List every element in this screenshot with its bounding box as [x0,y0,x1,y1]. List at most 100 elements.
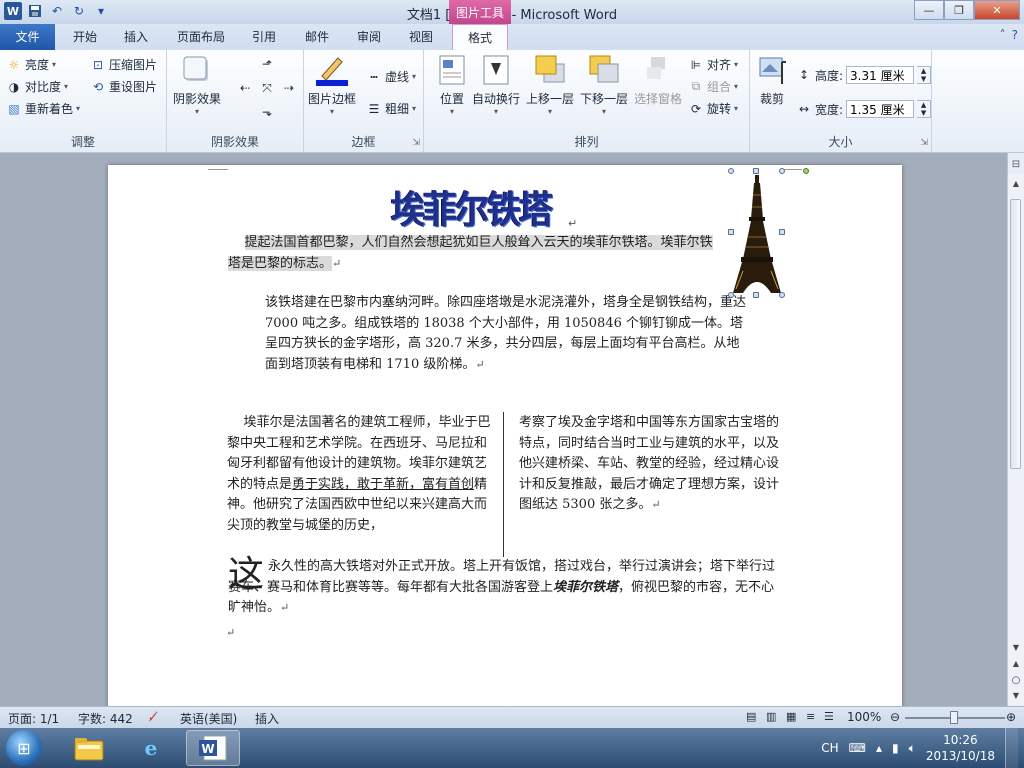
resize-handle[interactable] [753,168,759,174]
resize-handle[interactable] [779,168,785,174]
weight-button[interactable]: ☰ 粗细 ▾ [366,100,416,117]
group-label-border: 边框 [351,135,376,149]
shadow-effect-button[interactable]: 阴影效果 ▾ [173,54,221,116]
clock[interactable]: 10:26 2013/10/18 [926,732,995,764]
zoom-level[interactable]: 100% [847,710,881,724]
zoom-in-icon[interactable]: ⊕ [1006,710,1016,724]
word-taskbar-icon[interactable]: W [186,730,240,766]
ruler-toggle-icon[interactable]: ⊟ [1007,153,1024,175]
nudge-down-icon: ⬎ [261,105,273,119]
tab-file[interactable]: 文件 [0,24,55,50]
brightness-button[interactable]: ☼ 亮度 ▾ [6,56,56,73]
tab-page-layout[interactable]: 页面布局 [168,24,234,50]
show-desktop-button[interactable] [1005,728,1018,768]
resize-handle[interactable] [779,292,785,298]
browse-object-icon[interactable]: ○ [1008,675,1024,689]
bring-forward-button[interactable]: 上移一层 ▾ [526,54,574,116]
tab-insert[interactable]: 插入 [112,24,160,50]
selection-pane-button[interactable]: 选择窗格 [634,54,682,107]
language[interactable]: 英语(美国) [180,710,237,727]
view-full-screen-icon[interactable]: ▥ [766,710,776,723]
recolor-icon: ▧ [8,101,20,116]
keyboard-icon[interactable]: ⌨ [849,741,866,755]
eiffel-tower-image[interactable] [731,171,783,295]
tab-mailings[interactable]: 邮件 [293,24,341,50]
ribbon-collapse-icon[interactable]: ˄ [1000,28,1006,42]
view-print-layout-icon[interactable]: ▤ [746,710,756,723]
tab-review[interactable]: 审阅 [345,24,393,50]
paragraph-column-1[interactable]: 埃菲尔是法国著名的建筑工程师，毕业于巴黎中央工程和艺术学院。在西班牙、马尼拉和匈… [227,413,491,536]
tab-format[interactable]: 格式 [452,24,508,50]
ie-icon[interactable]: e [124,730,178,766]
view-draft-icon[interactable]: ☰ [824,710,834,723]
next-page-icon[interactable]: ▼ [1008,691,1024,705]
tab-view[interactable]: 视图 [397,24,445,50]
document-page[interactable]: 埃菲尔铁塔 ↵ 提起法国首都巴黎，人们自然会想起犹如巨人般耸入云天的埃菲尔铁塔。… [108,165,902,706]
tray-arrow-icon[interactable]: ▴ [876,741,882,755]
volume-icon[interactable]: 🔈︎ [909,741,916,756]
picture-border-button[interactable]: 图片边框 ▾ [308,54,356,116]
shadow-effect-label: 阴影效果 [173,92,222,106]
resize-handle[interactable] [728,168,734,174]
rotate-button[interactable]: ⟳ 旋转 ▾ [688,100,738,117]
proofing-icon[interactable]: ✓̸ [148,710,158,724]
resize-handle[interactable] [728,292,734,298]
view-web-icon[interactable]: ▦ [786,710,796,723]
previous-page-icon[interactable]: ▲ [1008,659,1024,673]
compress-button[interactable]: ⊡ 压缩图片 [90,56,157,73]
zoom-slider-knob[interactable] [950,711,958,724]
group-objects-button[interactable]: ⧉ 组合 ▾ [688,78,738,95]
dash-label: 虚线 [385,70,410,84]
paragraph-mark: ↵ [651,498,661,511]
send-backward-button[interactable]: 下移一层 ▾ [580,54,628,116]
minimize-icon[interactable]: — [914,0,944,20]
insert-mode[interactable]: 插入 [255,710,279,727]
nudge-left-button[interactable]: ⇠ [237,80,253,96]
contrast-button[interactable]: ◑ 对比度 ▾ [6,78,68,95]
width-input[interactable] [846,100,915,118]
resize-handle[interactable] [779,229,785,235]
height-input[interactable] [846,66,915,84]
explorer-icon[interactable] [62,730,116,766]
recolor-button[interactable]: ▧ 重新着色 ▾ [6,100,80,117]
tab-references[interactable]: 引用 [240,24,288,50]
rotate-handle[interactable] [803,168,809,174]
reset-picture-button[interactable]: ⟲ 重设图片 [90,78,157,95]
tab-home[interactable]: 开始 [60,24,110,50]
word-count[interactable]: 字数: 442 [78,710,133,727]
paragraph-opening[interactable]: 永久性的高大铁塔对外正式开放。塔上开有饭馆，搭过戏台，举行过演讲会；塔下举行过赛… [228,557,783,619]
paragraph-column-2[interactable]: 考察了埃及金字塔和中国等东方国家古宝塔的特点，同时结合当时工业与建筑的水平，以及… [519,413,783,516]
zoom-out-icon[interactable]: ⊖ [890,710,900,724]
close-icon[interactable]: ✕ [974,0,1020,20]
rotate-label: 旋转 [707,102,732,116]
vertical-scrollbar[interactable]: ▲ ▼ ▲ ○ ▼ [1007,175,1024,706]
nudge-up-button[interactable]: ⬏ [259,56,275,72]
start-icon[interactable]: ⊞ [6,730,42,766]
empty-paragraph[interactable]: ↵ [226,623,256,644]
position-button[interactable]: 位置 ▾ [436,54,468,116]
nudge-down-button[interactable]: ⬎ [259,104,275,120]
nudge-right-button[interactable]: ⇢ [281,80,297,96]
scroll-thumb[interactable] [1010,199,1021,469]
scroll-down-icon[interactable]: ▼ [1008,643,1024,657]
align-button[interactable]: ⊫ 对齐 ▾ [688,56,738,73]
wrap-label: 自动换行 [472,92,521,106]
paragraph-structure[interactable]: 该铁塔建在巴黎市内塞纳河畔。除四座塔墩是水泥浇灌外，塔身全是钢铁结构，重达 70… [265,293,750,375]
resize-handle[interactable] [728,229,734,235]
height-spinner[interactable]: ▲ ▼ [917,66,932,84]
view-outline-icon[interactable]: ≡ [806,710,815,723]
scroll-up-icon[interactable]: ▲ [1008,179,1024,193]
help-icon[interactable]: ? [1012,28,1018,42]
width-spinner[interactable]: ▲ ▼ [917,100,932,118]
page-count[interactable]: 页面: 1/1 [8,710,59,727]
wordart-title[interactable]: 埃菲尔铁塔 [391,180,571,233]
shadow-toggle-button[interactable]: ⤧ [259,80,275,96]
network-icon[interactable]: ▮ [892,741,899,755]
ime-indicator[interactable]: CH [821,741,838,755]
crop-button[interactable]: 裁剪 [756,54,788,107]
maximize-icon[interactable]: ❐ [944,0,974,20]
dash-button[interactable]: ┅ 虚线 ▾ [366,68,416,85]
wrap-text-button[interactable]: 自动换行 ▾ [472,54,520,116]
resize-handle[interactable] [753,292,759,298]
paragraph-intro[interactable]: 提起法国首都巴黎，人们自然会想起犹如巨人般耸入云天的埃菲尔铁塔。埃菲尔铁塔是巴黎… [228,233,720,274]
